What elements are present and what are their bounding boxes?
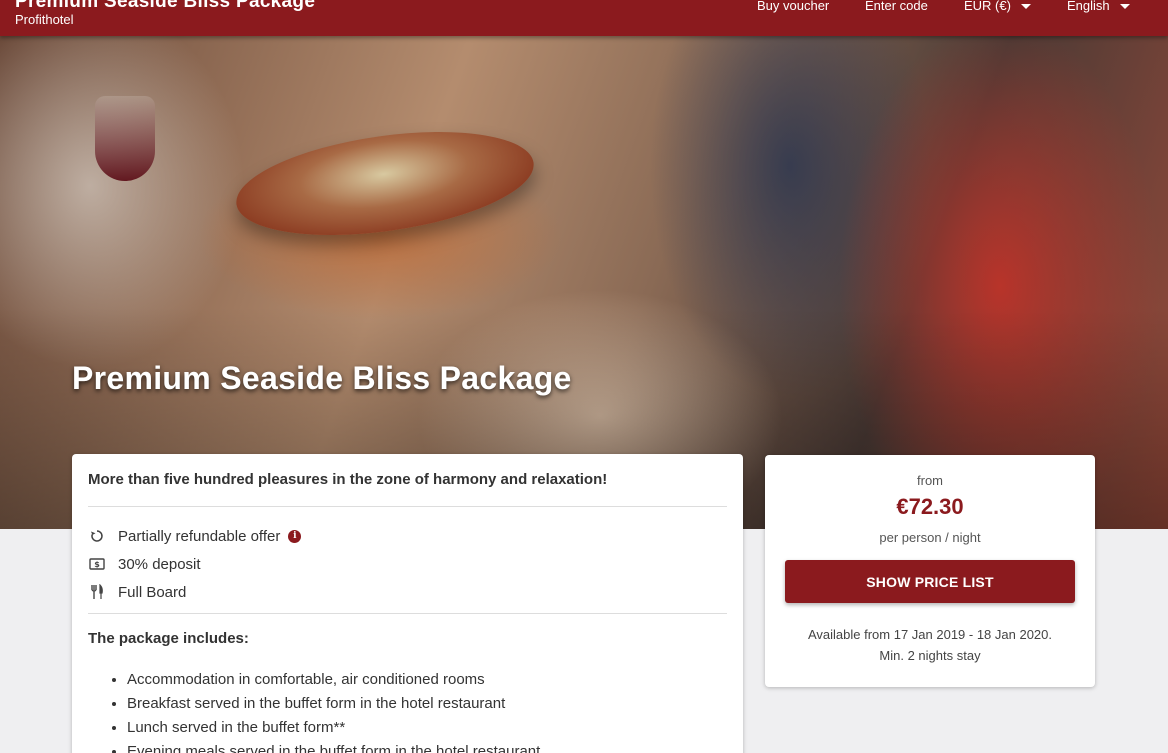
enter-code-link[interactable]: Enter code xyxy=(865,0,928,13)
feature-board: Full Board xyxy=(88,581,186,603)
currency-dropdown[interactable]: EUR (€) xyxy=(964,0,1031,13)
min-stay: Min. 2 nights stay xyxy=(879,648,981,663)
availability-info: Available from 17 Jan 2019 - 18 Jan 2020… xyxy=(765,624,1095,666)
wine-glass-illustration xyxy=(95,96,155,181)
divider xyxy=(88,613,727,614)
divider xyxy=(88,506,727,507)
feature-label: Full Board xyxy=(118,583,187,601)
money-icon: $ xyxy=(88,558,106,570)
chevron-down-icon xyxy=(1119,3,1130,9)
price-unit: per person / night xyxy=(879,530,981,545)
chevron-down-icon xyxy=(1020,3,1031,9)
list-item: Evening meals served in the buffet form … xyxy=(127,740,540,753)
price-card: from €72.30 per person / night SHOW PRIC… xyxy=(765,455,1095,687)
includes-title: The package includes: xyxy=(88,630,249,647)
plate-illustration xyxy=(229,115,541,252)
hero-title: Premium Seaside Bliss Package xyxy=(72,360,572,396)
feature-refundable: Partially refundable offer i xyxy=(88,525,302,547)
list-item: Lunch served in the buffet form** xyxy=(127,716,540,740)
package-details-card: More than five hundred pleasures in the … xyxy=(72,454,743,753)
refresh-icon xyxy=(88,529,106,543)
feature-label: Partially refundable offer xyxy=(118,527,281,545)
show-price-list-button[interactable]: SHOW PRICE LIST xyxy=(785,560,1075,603)
includes-list: Accommodation in comfortable, air condit… xyxy=(127,668,540,753)
currency-label: EUR (€) xyxy=(964,0,1011,13)
feature-deposit: $ 30% deposit xyxy=(88,553,201,575)
hotel-name: Profithotel xyxy=(15,12,74,27)
availability-dates: Available from 17 Jan 2019 - 18 Jan 2020… xyxy=(807,627,1053,642)
list-item: Breakfast served in the buffet form in t… xyxy=(127,692,540,716)
buy-voucher-link[interactable]: Buy voucher xyxy=(757,0,829,13)
svg-text:$: $ xyxy=(94,560,100,569)
package-tagline: More than five hundred pleasures in the … xyxy=(88,471,608,488)
price-from-label: from xyxy=(917,473,943,488)
feature-label: 30% deposit xyxy=(118,555,201,573)
cutlery-icon xyxy=(88,584,106,600)
language-dropdown[interactable]: English xyxy=(1067,0,1130,13)
price-amount: €72.30 xyxy=(896,494,964,519)
info-icon[interactable]: i xyxy=(288,529,302,543)
list-item: Accommodation in comfortable, air condit… xyxy=(127,668,540,692)
top-bar: Premium Seaside Bliss Package Profithote… xyxy=(0,0,1168,36)
language-label: English xyxy=(1067,0,1110,13)
